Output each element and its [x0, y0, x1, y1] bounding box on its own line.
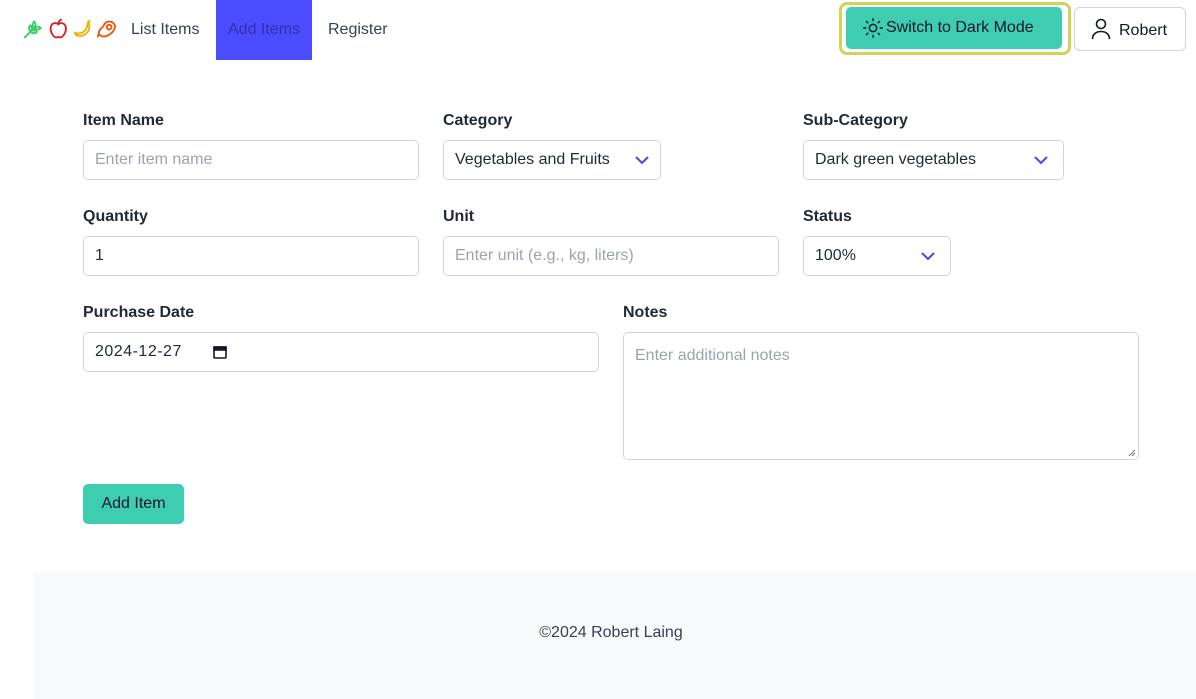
user-menu-button[interactable]: Robert [1074, 7, 1186, 51]
purchase-date-label: Purchase Date [83, 304, 195, 321]
status-label: Status [803, 208, 852, 225]
item-name-label: Item Name [83, 112, 164, 129]
app-logo[interactable] [22, 16, 118, 42]
user-icon [1091, 18, 1111, 40]
chevron-down-icon [921, 252, 935, 260]
chevron-down-icon [635, 156, 649, 164]
quantity-label: Quantity [83, 208, 148, 225]
category-value: Vegetables and Fruits [455, 151, 610, 168]
footer: ©2024 Robert Laing [34, 572, 1196, 699]
add-item-button[interactable]: Add Item [83, 484, 184, 524]
status-select[interactable]: 100% [803, 236, 951, 276]
purchase-date-input[interactable]: 2024-12-27 [83, 332, 599, 372]
footer-copyright: ©2024 Robert Laing [539, 624, 683, 641]
meat-icon [96, 20, 116, 38]
apple-icon [49, 18, 67, 39]
dark-mode-label: Switch to Dark Mode [886, 19, 1034, 36]
notes-textarea[interactable]: Enter additional notes [623, 332, 1139, 460]
category-select[interactable]: Vegetables and Fruits [443, 140, 661, 180]
status-value: 100% [815, 247, 856, 264]
sub-category-select[interactable]: Dark green vegetables [803, 140, 1064, 180]
item-name-input[interactable]: Enter item name [83, 140, 419, 180]
sub-category-label: Sub-Category [803, 112, 908, 129]
notes-label: Notes [623, 304, 668, 321]
resize-handle-icon[interactable] [1128, 449, 1136, 457]
wheat-icon [23, 20, 43, 39]
user-name: Robert [1119, 22, 1168, 39]
purchase-date-value: 2024-12-27 [95, 343, 182, 360]
item-name-placeholder: Enter item name [95, 151, 213, 168]
category-label: Category [443, 112, 513, 129]
unit-input[interactable]: Enter unit (e.g., kg, liters) [443, 236, 779, 276]
quantity-input[interactable]: 1 [83, 236, 419, 276]
unit-label: Unit [443, 208, 475, 225]
sun-icon [863, 18, 883, 38]
chevron-down-icon [1034, 156, 1048, 164]
top-nav: List Items Add Items Register Switch to … [0, 0, 1196, 60]
unit-placeholder: Enter unit (e.g., kg, liters) [455, 247, 634, 264]
calendar-icon[interactable] [212, 344, 228, 360]
notes-placeholder: Enter additional notes [635, 347, 790, 364]
nav-link-register[interactable]: Register [316, 0, 400, 60]
nav-link-list-items[interactable]: List Items [119, 0, 211, 60]
quantity-value: 1 [95, 247, 104, 264]
dark-mode-toggle-button[interactable]: Switch to Dark Mode [846, 7, 1062, 49]
sub-category-value: Dark green vegetables [815, 151, 976, 168]
banana-icon [73, 19, 91, 37]
nav-link-add-items[interactable]: Add Items [216, 0, 313, 60]
